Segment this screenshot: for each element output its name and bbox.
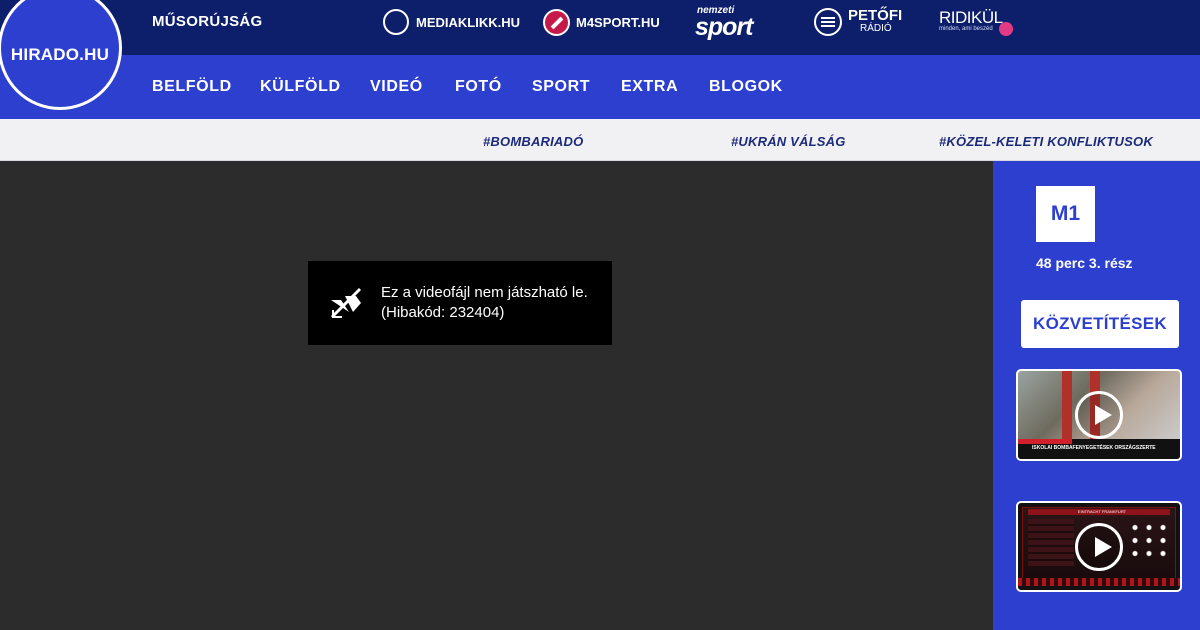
thumbnail-header: EINTRACHT FRANKFURT (1028, 509, 1170, 515)
nav-item-kulfold[interactable]: KÜLFÖLD (260, 78, 341, 96)
nav-item-video[interactable]: VIDEÓ (370, 78, 423, 96)
nav-item-belfold[interactable]: BELFÖLD (152, 78, 232, 96)
nav-item-extra[interactable]: EXTRA (621, 78, 678, 96)
thumbnail-lower-third: ISKOLAI BOMBAFENYEGETÉSEK ORSZÁGSZERTE (1018, 439, 1180, 459)
petofi-sub-label: RÁDIÓ (860, 23, 892, 34)
partner-m4sport-link[interactable]: M4SPORT.HU (543, 8, 660, 36)
petofi-radio-icon (814, 8, 842, 36)
shirt-icons (1128, 521, 1172, 561)
partner-nemzeti-sport-link[interactable]: nemzeti sport (695, 6, 753, 40)
ridikul-tagline: minden, ami beszéd (939, 26, 993, 32)
video-thumbnail-1[interactable]: ISKOLAI BOMBAFENYEGETÉSEK ORSZÁGSZERTE (1016, 369, 1182, 461)
thumbnail-2-caption: EINTRACHT FRANKFURT (1078, 509, 1127, 514)
ridikul-label: RIDIKÜL (939, 8, 1003, 27)
play-icon[interactable] (1075, 522, 1123, 571)
thumbnail-stripe (1018, 578, 1180, 586)
m4sport-icon (543, 8, 570, 36)
thumbnail-1-caption: ISKOLAI BOMBAFENYEGETÉSEK ORSZÁGSZERTE (1032, 445, 1156, 451)
tag-bombariado[interactable]: #BOMBARIADÓ (483, 134, 583, 149)
partner-petofi-radio-link[interactable]: PETŐFI RÁDIÓ (814, 8, 902, 36)
lineup-list (1028, 519, 1074, 567)
tag-kozel-keleti[interactable]: #KÖZEL-KELETI KONFLIKTUSOK (939, 134, 1153, 149)
video-thumbnail-2[interactable]: EINTRACHT FRANKFURT (1016, 501, 1182, 592)
nav-item-blogok[interactable]: BLOGOK (709, 78, 783, 96)
tag-ukran-valsag[interactable]: #UKRÁN VÁLSÁG (731, 134, 846, 149)
channel-m1-logo[interactable]: M1 (1036, 186, 1095, 242)
video-error-line1: Ez a videofájl nem játszható le. (381, 284, 588, 301)
thumbnail-pillar (1062, 371, 1072, 445)
tv-guide-link[interactable]: MŰSORÚJSÁG (152, 13, 263, 30)
petofi-label: PETŐFI (848, 7, 903, 24)
mediaklikk-label: MEDIAKLIKK.HU (416, 14, 520, 30)
video-error-message: Ez a videofájl nem játszható le. (Hibakó… (308, 261, 612, 345)
broadcasts-button[interactable]: KÖZVETÍTÉSEK (1021, 300, 1179, 348)
nav-item-foto[interactable]: FOTÓ (455, 78, 502, 96)
nav-item-sport[interactable]: SPORT (532, 78, 590, 96)
partner-mediaklikk-link[interactable]: MEDIAKLIKK.HU (383, 8, 520, 36)
ridikul-heart-icon (999, 22, 1013, 36)
video-error-line2: (Hibakód: 232404) (381, 304, 505, 321)
video-player[interactable] (0, 161, 993, 630)
play-icon[interactable] (1075, 391, 1123, 439)
partner-ridikul-link[interactable]: RIDIKÜL minden, ami beszéd (939, 8, 1013, 37)
mediaklikk-circle-icon (383, 9, 409, 35)
lower-third-accent (1018, 439, 1072, 444)
nemzeti-sport-big-label: sport (695, 13, 753, 41)
m4sport-label: M4SPORT.HU (576, 14, 660, 30)
site-logo-text: HIRADO.HU (10, 45, 110, 64)
video-off-icon (329, 286, 363, 320)
current-program-label: 48 perc 3. rész (1036, 255, 1133, 271)
